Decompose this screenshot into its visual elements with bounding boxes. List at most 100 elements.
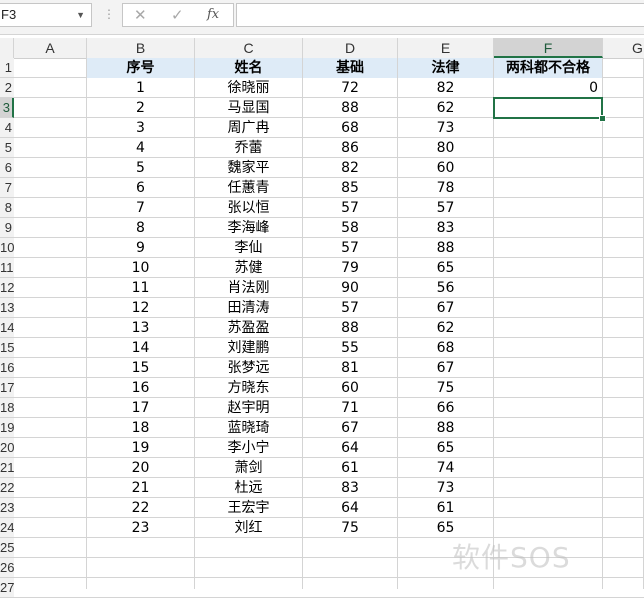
chevron-down-icon[interactable]: ▼ <box>76 4 85 26</box>
row-header[interactable]: 19 <box>0 418 14 438</box>
row-header[interactable]: 17 <box>0 378 14 398</box>
fill-handle[interactable] <box>599 115 606 122</box>
cell-name[interactable]: 李仙 <box>195 238 302 258</box>
cell-law[interactable]: 62 <box>398 318 493 338</box>
cell-seq[interactable]: 16 <box>87 378 194 398</box>
cell-law[interactable]: 80 <box>398 138 493 158</box>
cell-base[interactable]: 86 <box>303 138 397 158</box>
cell-seq[interactable]: 3 <box>87 118 194 138</box>
cell-base[interactable]: 64 <box>303 438 397 458</box>
cell-base[interactable]: 60 <box>303 378 397 398</box>
row-header[interactable]: 20 <box>0 438 14 458</box>
cell-seq[interactable]: 6 <box>87 178 194 198</box>
column-header-b[interactable]: B <box>87 38 195 58</box>
cell-base[interactable]: 90 <box>303 278 397 298</box>
row-header[interactable]: 6 <box>0 158 14 178</box>
cell-seq[interactable]: 14 <box>87 338 194 358</box>
header-cell-law[interactable]: 法律 <box>398 58 493 78</box>
cell-seq[interactable]: 21 <box>87 478 194 498</box>
row-header[interactable]: 25 <box>0 538 14 558</box>
cell-law[interactable]: 61 <box>398 498 493 518</box>
cell-name[interactable]: 赵宇明 <box>195 398 302 418</box>
cell-name[interactable]: 乔蕾 <box>195 138 302 158</box>
row-header[interactable]: 24 <box>0 518 14 538</box>
row-header[interactable]: 23 <box>0 498 14 518</box>
cell-base[interactable]: 58 <box>303 218 397 238</box>
cancel-icon[interactable]: ✕ <box>134 6 147 24</box>
header-cell-seq[interactable]: 序号 <box>87 58 194 78</box>
cell-law[interactable]: 66 <box>398 398 493 418</box>
more-options-icon[interactable]: ⋮ <box>103 7 115 21</box>
row-header[interactable]: 18 <box>0 398 14 418</box>
cell-seq[interactable]: 9 <box>87 238 194 258</box>
cell-base[interactable]: 83 <box>303 478 397 498</box>
cell-seq[interactable]: 8 <box>87 218 194 238</box>
cell-name[interactable]: 萧剑 <box>195 458 302 478</box>
cell-seq[interactable]: 5 <box>87 158 194 178</box>
cell-law[interactable]: 56 <box>398 278 493 298</box>
cell-law[interactable]: 78 <box>398 178 493 198</box>
row-header[interactable]: 1 <box>0 58 14 78</box>
formula-input[interactable] <box>236 3 644 27</box>
cell-base[interactable]: 72 <box>303 78 397 98</box>
cell-seq[interactable]: 13 <box>87 318 194 338</box>
cell-law[interactable]: 88 <box>398 238 493 258</box>
cell-base[interactable]: 79 <box>303 258 397 278</box>
cell-name[interactable]: 马显国 <box>195 98 302 118</box>
row-header[interactable]: 5 <box>0 138 14 158</box>
cell-law[interactable]: 74 <box>398 458 493 478</box>
cell-name[interactable]: 刘建鹏 <box>195 338 302 358</box>
cell-base[interactable]: 88 <box>303 98 397 118</box>
enter-icon[interactable]: ✓ <box>171 6 184 24</box>
row-header[interactable]: 2 <box>0 78 14 98</box>
cell-name[interactable]: 王宏宇 <box>195 498 302 518</box>
cell-base[interactable]: 81 <box>303 358 397 378</box>
cell-name[interactable]: 李海峰 <box>195 218 302 238</box>
header-cell-name[interactable]: 姓名 <box>195 58 302 78</box>
cell-law[interactable]: 67 <box>398 358 493 378</box>
cell-name[interactable]: 杜远 <box>195 478 302 498</box>
row-header[interactable]: 14 <box>0 318 14 338</box>
cell-seq[interactable]: 11 <box>87 278 194 298</box>
cell-seq[interactable]: 19 <box>87 438 194 458</box>
cell-name[interactable]: 肖法刚 <box>195 278 302 298</box>
cell-base[interactable]: 82 <box>303 158 397 178</box>
cell-name[interactable]: 魏家平 <box>195 158 302 178</box>
column-header-f[interactable]: F <box>494 38 603 58</box>
cell-base[interactable]: 57 <box>303 198 397 218</box>
cell-law[interactable]: 83 <box>398 218 493 238</box>
cell-name[interactable]: 张梦远 <box>195 358 302 378</box>
cell-name[interactable]: 蓝晓琦 <box>195 418 302 438</box>
cell-seq[interactable]: 20 <box>87 458 194 478</box>
cell-seq[interactable]: 17 <box>87 398 194 418</box>
cell-law[interactable]: 75 <box>398 378 493 398</box>
row-header[interactable]: 16 <box>0 358 14 378</box>
cell-law[interactable]: 65 <box>398 518 493 538</box>
cell-law[interactable]: 57 <box>398 198 493 218</box>
cell-name[interactable]: 徐晓丽 <box>195 78 302 98</box>
cell-name[interactable]: 苏盈盈 <box>195 318 302 338</box>
cell-law[interactable]: 67 <box>398 298 493 318</box>
column-header-e[interactable]: E <box>398 38 494 58</box>
cell-seq[interactable]: 18 <box>87 418 194 438</box>
row-header[interactable]: 11 <box>0 258 14 278</box>
row-header[interactable]: 10 <box>0 238 14 258</box>
cell-base[interactable]: 85 <box>303 178 397 198</box>
header-cell-both-fail[interactable]: 两科都不合格 <box>494 58 602 78</box>
row-header[interactable]: 3 <box>0 98 14 118</box>
cell-base[interactable]: 57 <box>303 238 397 258</box>
cell-law[interactable]: 65 <box>398 438 493 458</box>
row-header[interactable]: 15 <box>0 338 14 358</box>
active-cell-selection[interactable] <box>493 97 603 119</box>
cell-name[interactable]: 李小宁 <box>195 438 302 458</box>
cell-law[interactable]: 73 <box>398 478 493 498</box>
row-header[interactable]: 9 <box>0 218 14 238</box>
column-header-d[interactable]: D <box>303 38 398 58</box>
name-box[interactable]: F3 ▼ <box>0 3 92 27</box>
cell-seq[interactable]: 22 <box>87 498 194 518</box>
row-header[interactable]: 26 <box>0 558 14 578</box>
cell-law[interactable]: 60 <box>398 158 493 178</box>
cell-base[interactable]: 55 <box>303 338 397 358</box>
cell-base[interactable]: 61 <box>303 458 397 478</box>
header-cell-base[interactable]: 基础 <box>303 58 397 78</box>
